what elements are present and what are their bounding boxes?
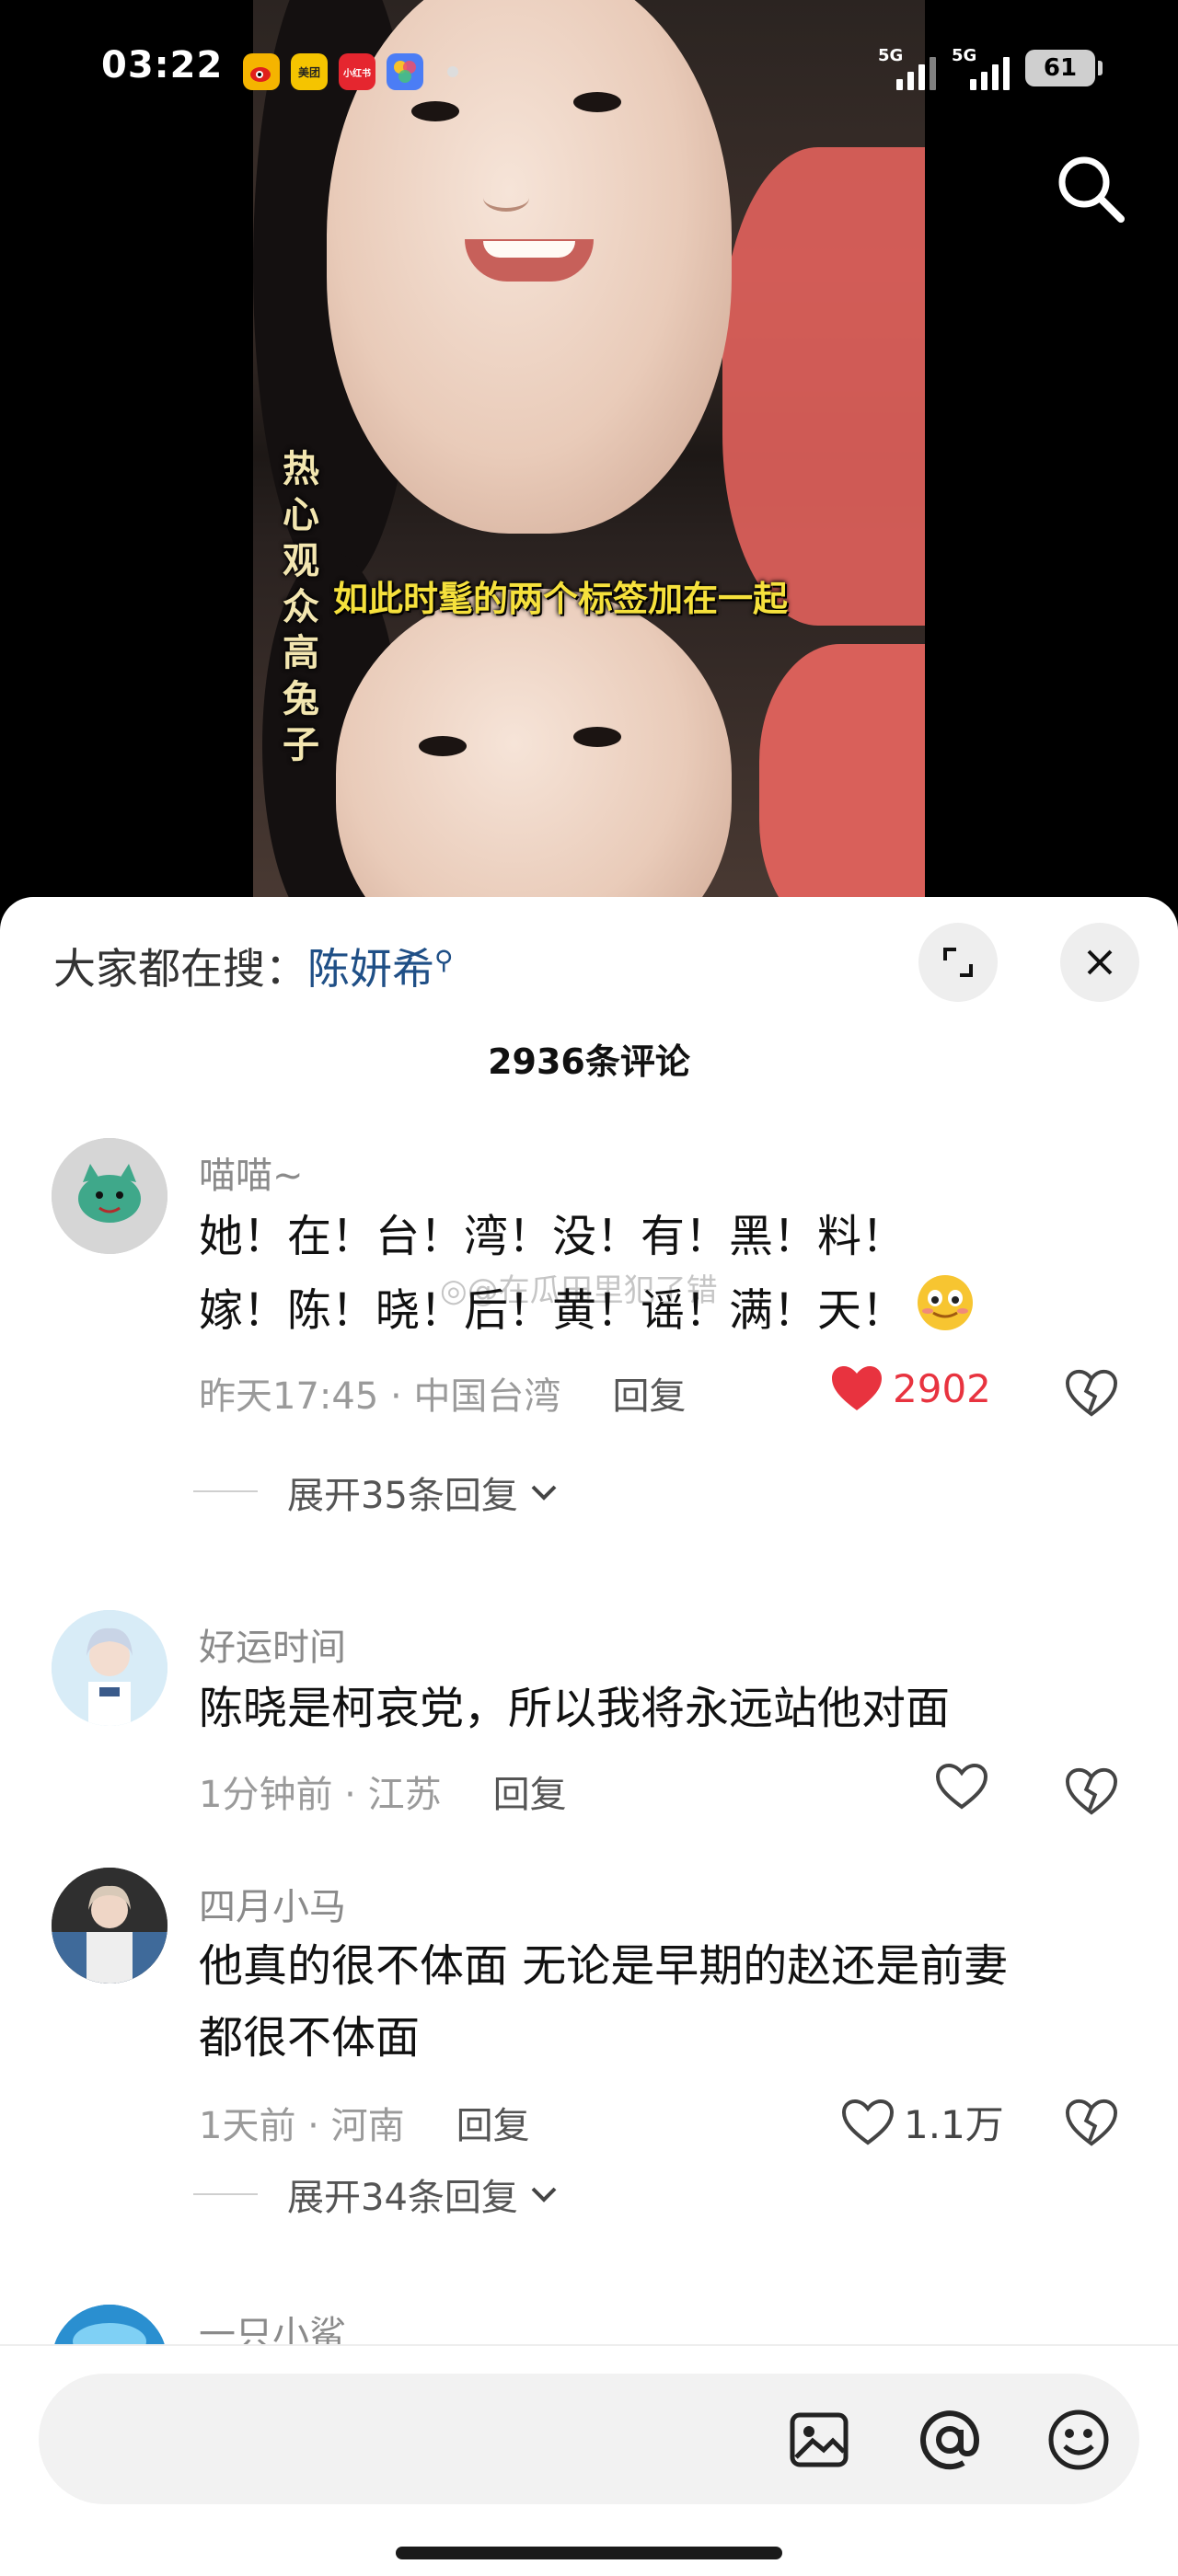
comment-meta: 昨天17:45 · 中国台湾 回复	[199, 1375, 687, 1418]
dislike-broken-heart-icon[interactable]	[1065, 1766, 1118, 1818]
heart-filled-icon	[832, 1366, 882, 1410]
like-count: 2902	[893, 1365, 991, 1411]
like-count: 1.1万	[904, 2102, 1004, 2147]
user-avatar[interactable]	[52, 1610, 167, 1726]
comment-text-line: 嫁！陈！晓！后！黄！谣！满！天！	[199, 1272, 1119, 1354]
comment-text: 她！在！台！湾！没！有！黑！料！ 嫁！陈！晓！后！黄！谣！满！天！	[199, 1201, 1119, 1354]
expand-sheet-button[interactable]	[918, 923, 998, 1002]
like-button[interactable]	[935, 1763, 998, 1811]
comment-text: 陈晓是柯哀党，所以我将永远站他对面	[199, 1673, 1119, 1744]
like-button[interactable]: 2902	[830, 1364, 991, 1412]
more-notifications-dot	[447, 66, 458, 77]
video-frame[interactable]	[253, 0, 925, 911]
like-button[interactable]: 1.1万	[841, 2094, 1004, 2150]
comment-location: 河南	[330, 2105, 405, 2147]
chevron-down-icon	[531, 2187, 557, 2202]
video-eye	[419, 736, 467, 756]
comment-item: 喵喵~ 她！在！台！湾！没！有！黑！料！ 嫁！陈！晓！后！黄！谣！满！天！ 昨天…	[0, 1127, 1178, 1569]
expand-replies-button[interactable]: 展开35条回复	[195, 1466, 560, 1519]
home-indicator[interactable]	[396, 2547, 782, 2559]
image-icon[interactable]	[784, 2405, 854, 2475]
heart-outline-icon	[841, 2099, 895, 2145]
emoji-icon[interactable]	[1044, 2405, 1114, 2475]
small-search-icon: ⚲	[434, 944, 454, 975]
comment-input-bar	[0, 2344, 1178, 2576]
video-nose	[483, 184, 529, 212]
reply-button[interactable]: 回复	[456, 2105, 530, 2147]
video-face-lower	[336, 589, 732, 911]
close-button[interactable]	[1060, 923, 1139, 1002]
comment-text-line: 都很不体面	[199, 2012, 421, 2064]
video-mouth	[465, 239, 594, 282]
user-avatar[interactable]	[52, 1868, 167, 1984]
comment-time: 昨天17:45	[199, 1375, 379, 1418]
status-time: 03:22	[101, 44, 224, 86]
video-background-shape	[759, 644, 925, 911]
mention-at-icon[interactable]	[915, 2405, 985, 2475]
search-suggestion[interactable]: 大家都在搜：陈妍希⚲	[53, 936, 454, 996]
comment-username[interactable]: 四月小马	[199, 1877, 346, 1930]
comment-input-container[interactable]	[39, 2374, 1139, 2504]
video-vertical-caption: 热心观众高兔子	[283, 448, 319, 766]
comment-location: 江苏	[367, 1774, 442, 1816]
video-eye	[573, 727, 621, 747]
search-icon[interactable]	[1049, 147, 1132, 230]
photos-app-icon	[387, 53, 423, 90]
expand-replies-button[interactable]: 展开34条回复	[195, 2168, 560, 2221]
comment-time: 1天前	[199, 2105, 296, 2147]
comment-meta: 1天前 · 河南 回复	[199, 2105, 530, 2147]
comment-input[interactable]	[85, 2407, 729, 2471]
dislike-broken-heart-icon[interactable]	[1065, 2098, 1118, 2149]
comment-item: 好运时间 陈晓是柯哀党，所以我将永远站他对面 1分钟前 · 江苏 回复	[0, 1601, 1178, 1904]
comment-text: 他真的很不体面 无论是早期的赵还是前妻 都很不体面	[199, 1930, 1119, 2074]
comment-username[interactable]: 好运时间	[199, 1617, 346, 1671]
dislike-broken-heart-icon[interactable]	[1065, 1368, 1118, 1420]
comment-text-line: 她！在！台！湾！没！有！黑！料！	[199, 1211, 907, 1262]
comment-location: 中国台湾	[413, 1375, 561, 1418]
comment-sheet: 大家都在搜：陈妍希⚲ 2936条评论 ◎@在瓜田里犯了错 喵喵~ 她！在！台！湾…	[0, 897, 1178, 2576]
comment-meta: 1分钟前 · 江苏 回复	[199, 1774, 567, 1816]
comment-item: 四月小马 他真的很不体面 无论是早期的赵还是前妻 都很不体面 1天前 · 河南回…	[0, 1868, 1178, 2328]
xiaohongshu-app-icon: 小红书	[339, 53, 375, 90]
video-subtitle: 如此时髦的两个标签加在一起	[333, 579, 789, 619]
signal-icon: 5G	[952, 46, 1010, 90]
notification-app-icons: 美团 小红书	[243, 53, 458, 90]
user-avatar[interactable]	[52, 1138, 167, 1254]
comment-username[interactable]: 喵喵~	[199, 1145, 304, 1199]
comment-count: 2936条评论	[488, 1041, 690, 1082]
signal-icon: 5G	[878, 46, 936, 90]
comment-text-line: 他真的很不体面 无论是早期的赵还是前妻	[199, 1940, 1009, 1992]
status-bar: 03:22 美团 小红书 5G 5G 61	[0, 37, 1178, 110]
heart-outline-icon	[935, 1763, 988, 1810]
battery-icon: 61	[1025, 50, 1103, 86]
reply-button[interactable]: 回复	[612, 1375, 686, 1418]
comment-time: 1分钟前	[199, 1774, 333, 1816]
signal-indicators: 5G 5G 61	[878, 46, 1103, 90]
video-player[interactable]: 热心观众高兔子 如此时髦的两个标签加在一起 03:22 美团 小红书 5G 5G…	[0, 0, 1178, 911]
video-background-shape	[722, 147, 925, 626]
smile-emoji-icon	[915, 1272, 976, 1354]
reply-button[interactable]: 回复	[493, 1774, 567, 1816]
search-suggestion-prefix: 大家都在搜：	[53, 944, 307, 994]
comment-text-line: 陈晓是柯哀党，所以我将永远站他对面	[199, 1683, 951, 1734]
meituan-app-icon: 美团	[291, 53, 328, 90]
search-suggestion-term[interactable]: 陈妍希	[307, 944, 434, 994]
weibo-app-icon	[243, 53, 280, 90]
chevron-down-icon	[531, 1485, 557, 1501]
